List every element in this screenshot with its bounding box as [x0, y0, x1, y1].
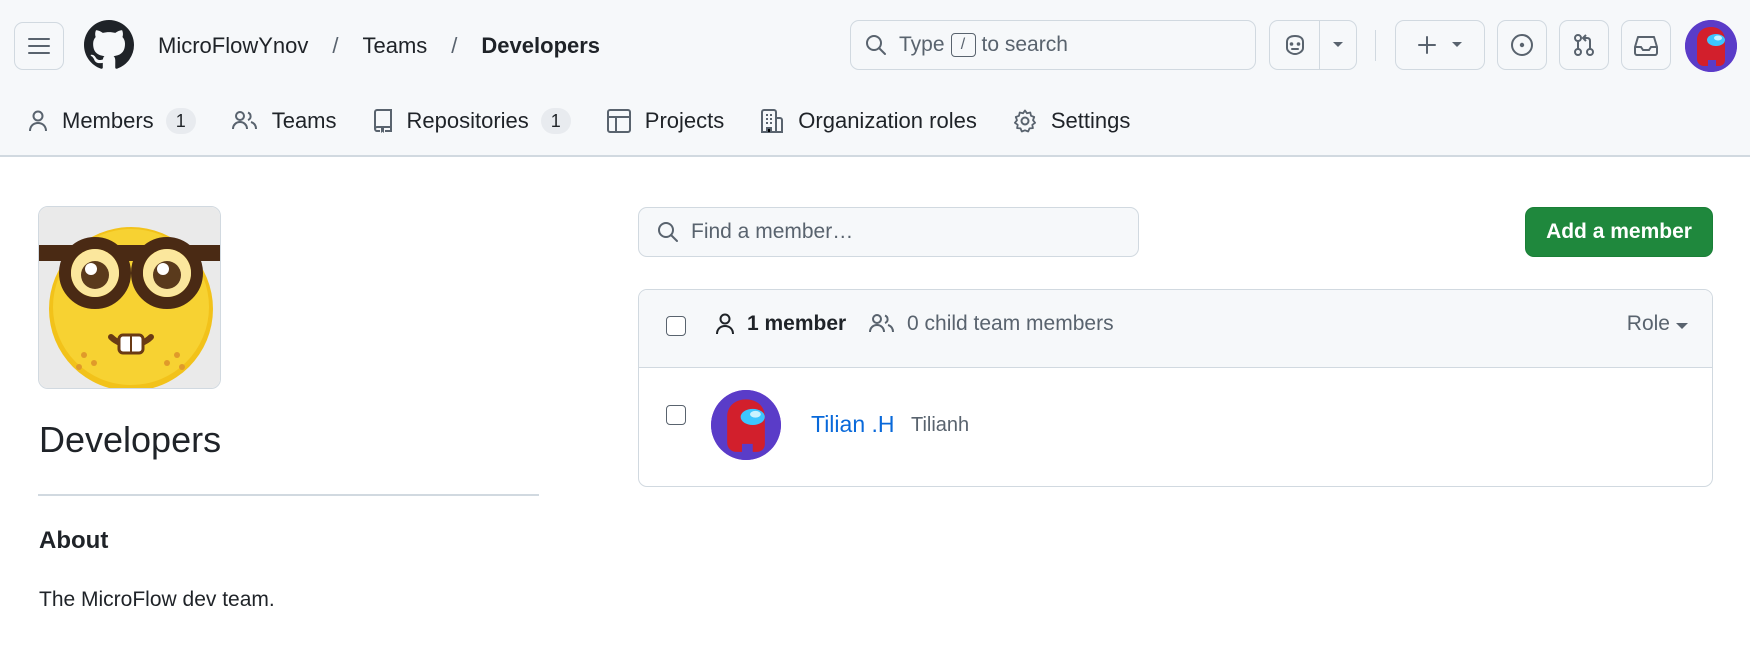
team-tabs: Members 1 Teams Repositories 1 Projects … — [28, 103, 1166, 139]
child-team-members-label: 0 child team members — [907, 312, 1114, 335]
breadcrumb-separator: / — [451, 33, 458, 58]
organization-icon — [761, 109, 784, 133]
tab-repositories[interactable]: Repositories 1 — [373, 108, 571, 134]
team-title: Developers — [39, 419, 222, 460]
member-avatar[interactable] — [711, 390, 781, 460]
repo-icon — [373, 109, 392, 133]
search-shortcut-key: / — [950, 33, 976, 57]
breadcrumb-org-link[interactable]: MicroFlowYnov — [158, 33, 308, 59]
copilot-button[interactable] — [1270, 21, 1321, 69]
find-member-input[interactable] — [691, 220, 1111, 244]
about-heading: About — [39, 527, 109, 554]
tab-members-counter: 1 — [165, 108, 196, 134]
tab-teams-label: Teams — [271, 108, 337, 133]
tab-organization-roles-label: Organization roles — [798, 108, 977, 133]
copilot-dropdown-button[interactable] — [1320, 21, 1356, 69]
header-divider — [1375, 30, 1376, 61]
tab-settings[interactable]: Settings — [1013, 108, 1131, 134]
person-icon — [716, 313, 734, 335]
people-icon — [231, 111, 257, 130]
member-name-link[interactable]: Tilian .H — [811, 411, 895, 438]
breadcrumb-current-team[interactable]: Developers — [481, 33, 600, 59]
tab-teams[interactable]: Teams — [231, 108, 337, 134]
plus-icon — [1418, 36, 1436, 54]
github-logo-icon[interactable] — [84, 20, 134, 70]
search-hint-before: Type — [899, 33, 945, 56]
issues-button[interactable] — [1497, 20, 1547, 70]
among-us-avatar-icon — [711, 390, 781, 460]
child-team-members-count[interactable]: 0 child team members — [869, 312, 1114, 336]
create-new-button[interactable] — [1395, 20, 1485, 70]
members-list-header: 1 member 0 child team members Role — [639, 290, 1712, 368]
nerd-face-emoji-icon — [39, 207, 220, 388]
triangle-down-icon — [1452, 42, 1462, 47]
tab-projects[interactable]: Projects — [606, 108, 725, 134]
table-icon — [606, 109, 631, 133]
search-icon — [866, 35, 886, 55]
sidebar-divider — [38, 494, 539, 496]
tab-members-label: Members — [62, 108, 154, 133]
person-icon — [29, 110, 47, 132]
member-search — [638, 207, 1139, 257]
tab-members[interactable]: Members 1 — [28, 108, 196, 134]
role-filter-dropdown[interactable]: Role — [1627, 312, 1688, 336]
breadcrumb: MicroFlowYnov / Teams / Developers — [158, 30, 600, 62]
members-count-label: 1 member — [747, 312, 847, 335]
tab-settings-label: Settings — [1050, 108, 1131, 133]
hamburger-icon — [28, 38, 50, 54]
triangle-down-icon — [1333, 42, 1344, 47]
members-list: 1 member 0 child team members Role Tilia… — [638, 289, 1713, 487]
tab-projects-label: Projects — [644, 108, 725, 133]
role-filter-label: Role — [1626, 312, 1670, 335]
tab-organization-roles[interactable]: Organization roles — [760, 108, 977, 134]
issue-opened-icon — [1511, 34, 1533, 56]
search-icon — [658, 222, 678, 242]
member-login: Tilianh — [911, 414, 970, 436]
inbox-button[interactable] — [1621, 20, 1671, 70]
people-icon — [869, 314, 894, 333]
team-description: The MicroFlow dev team. — [39, 588, 275, 611]
gear-icon — [1013, 109, 1036, 133]
team-avatar — [38, 206, 221, 389]
top-header: MicroFlowYnov / Teams / Developers Type … — [0, 0, 1750, 157]
add-member-button[interactable]: Add a member — [1525, 207, 1713, 257]
copilot-button-group — [1269, 20, 1357, 70]
tab-repositories-counter: 1 — [540, 108, 571, 134]
inbox-icon — [1634, 36, 1658, 56]
triangle-down-icon — [1676, 322, 1688, 329]
copilot-icon — [1285, 34, 1304, 56]
tab-repositories-label: Repositories — [406, 108, 529, 133]
member-checkbox[interactable] — [666, 405, 686, 425]
members-count[interactable]: 1 member — [715, 312, 846, 336]
pull-requests-button[interactable] — [1559, 20, 1609, 70]
breadcrumb-separator: / — [332, 33, 339, 58]
among-us-avatar-icon — [1685, 20, 1737, 72]
user-avatar[interactable] — [1685, 20, 1737, 72]
global-search-input[interactable]: Type / to search — [850, 20, 1256, 70]
search-hint-after: to search — [981, 33, 1068, 56]
breadcrumb-teams-link[interactable]: Teams — [363, 33, 428, 59]
menu-button[interactable] — [14, 22, 64, 70]
select-all-checkbox[interactable] — [666, 316, 686, 336]
member-row: Tilian .H Tilianh — [639, 368, 1712, 486]
git-pull-request-icon — [1574, 34, 1594, 56]
